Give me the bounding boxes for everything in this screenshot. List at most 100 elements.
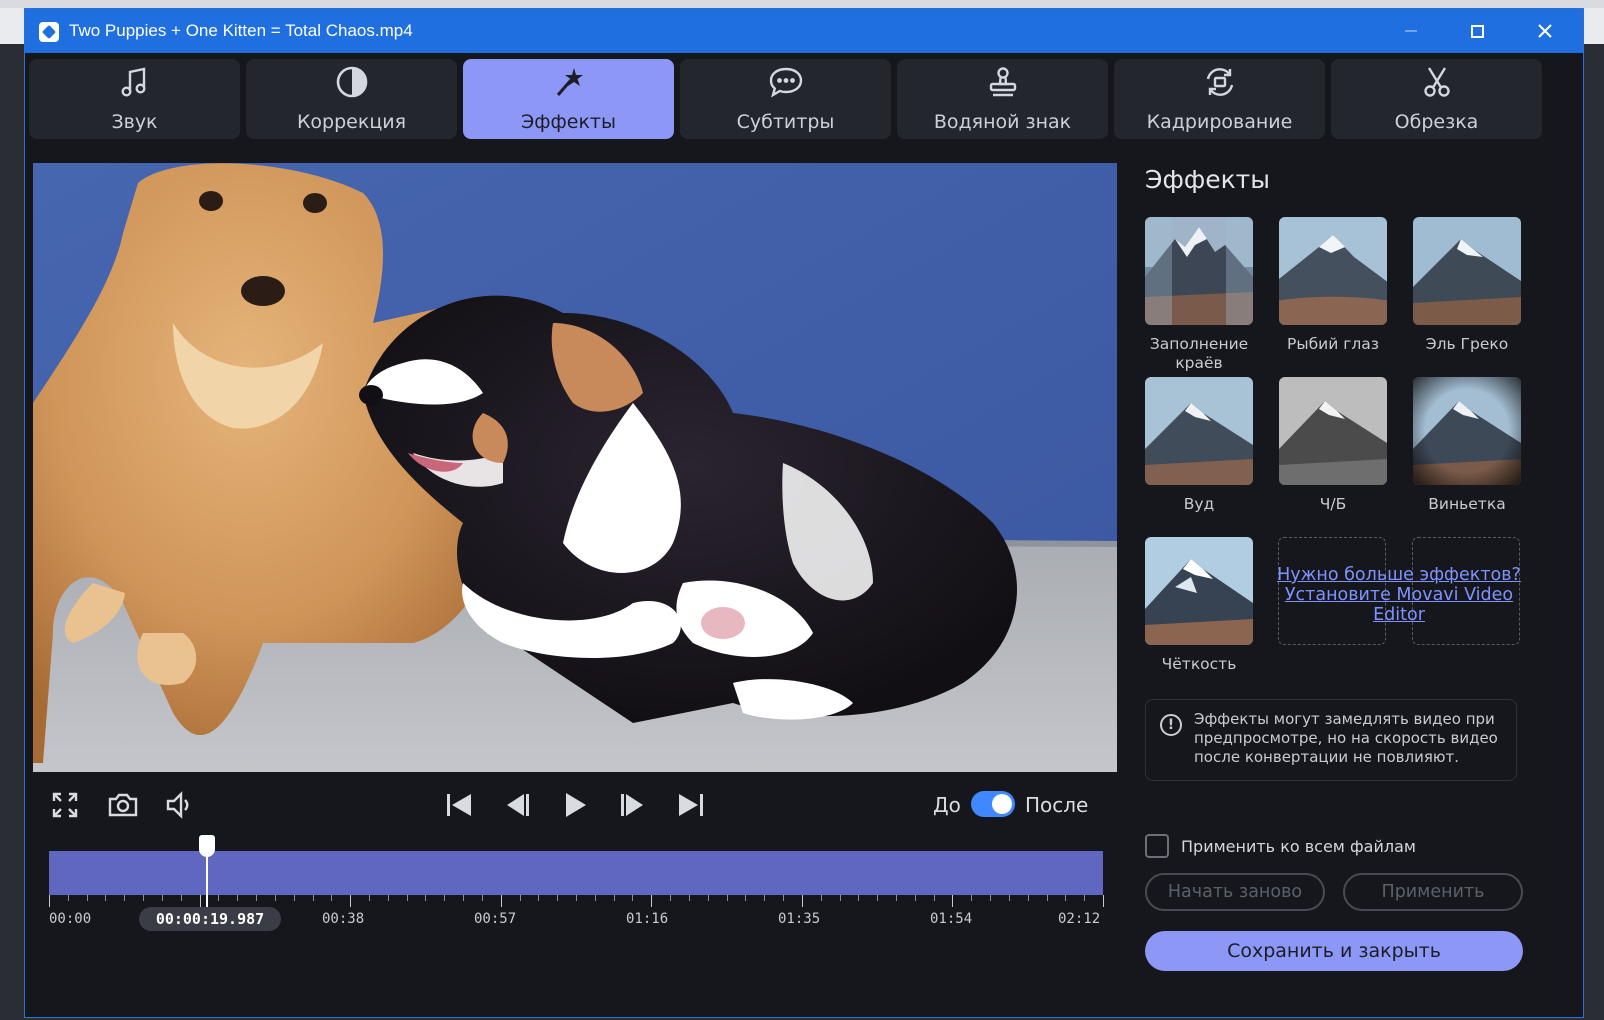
tab-label: Водяной знак xyxy=(933,111,1072,133)
timeline-label: 01:16 xyxy=(626,911,669,927)
snapshot-button[interactable] xyxy=(105,787,141,823)
app-icon xyxy=(39,22,59,42)
effect-thumbnail xyxy=(1279,217,1387,325)
timeline-label: 00:57 xyxy=(474,911,517,927)
fullscreen-button[interactable] xyxy=(47,787,83,823)
skip-to-start-button[interactable] xyxy=(441,787,477,823)
scissors-icon xyxy=(1423,67,1450,97)
skip-to-end-button[interactable] xyxy=(673,787,709,823)
ruler-tick xyxy=(200,895,201,907)
ruler-tick xyxy=(651,895,652,907)
ruler-tick xyxy=(858,895,859,901)
maximize-icon xyxy=(1470,24,1484,38)
ruler-tick xyxy=(802,895,803,907)
notice-text: Эффекты могут замедлять видео при предпр… xyxy=(1194,710,1498,766)
maximize-button[interactable] xyxy=(1445,9,1509,53)
effect-black-white[interactable]: Ч/Б xyxy=(1278,377,1388,514)
title-bar[interactable]: Two Puppies + One Kitten = Total Chaos.m… xyxy=(25,9,1583,53)
close-button[interactable] xyxy=(1513,9,1577,53)
ruler-tick xyxy=(1103,895,1104,907)
ruler-tick xyxy=(143,895,144,901)
ruler-tick xyxy=(162,895,163,901)
reset-button[interactable]: Начать заново xyxy=(1145,873,1325,911)
playhead[interactable] xyxy=(199,835,215,927)
tab-effects[interactable]: Эффекты xyxy=(463,59,674,139)
ruler-tick xyxy=(764,895,765,901)
effect-label: Эль Греко xyxy=(1425,335,1509,353)
tab-sound[interactable]: Звук xyxy=(29,59,240,139)
minimize-icon xyxy=(1405,30,1417,32)
tab-trim[interactable]: Обрезка xyxy=(1331,59,1542,139)
apply-button[interactable]: Применить xyxy=(1343,873,1523,911)
ruler-tick xyxy=(444,895,445,901)
ruler-tick xyxy=(783,895,784,901)
background-strip xyxy=(0,0,1604,8)
ruler-tick xyxy=(877,895,878,901)
tab-watermark[interactable]: Водяной знак xyxy=(897,59,1108,139)
ruler-tick xyxy=(407,895,408,901)
minimize-button[interactable] xyxy=(1379,9,1443,53)
save-and-close-button[interactable]: Сохранить и закрыть xyxy=(1145,931,1523,971)
ruler-tick xyxy=(670,895,671,901)
timeline-label: 02:12 xyxy=(1058,911,1101,927)
apply-all-checkbox[interactable] xyxy=(1145,834,1169,858)
ruler-tick xyxy=(49,895,50,907)
apply-all-label[interactable]: Применить ко всем файлам xyxy=(1181,837,1416,856)
ruler-tick xyxy=(538,895,539,901)
ruler-tick xyxy=(181,895,182,901)
timeline-label: 00:38 xyxy=(322,911,365,927)
ruler-tick xyxy=(576,895,577,901)
timeline-label: 01:35 xyxy=(778,911,821,927)
ruler-tick xyxy=(369,895,370,901)
effect-fisheye[interactable]: Рыбий глаз xyxy=(1278,217,1388,354)
ruler-tick xyxy=(237,895,238,901)
effect-thumbnail xyxy=(1279,377,1387,485)
ruler-tick xyxy=(595,895,596,901)
ruler-tick xyxy=(388,895,389,901)
tab-label: Кадрирование xyxy=(1146,111,1293,133)
after-label: После xyxy=(1025,793,1089,817)
current-time: 00:00:19.987 xyxy=(139,907,281,931)
effects-panel-title: Эффекты xyxy=(1145,165,1270,194)
ruler-tick xyxy=(745,895,746,901)
effect-wood[interactable]: Вуд xyxy=(1144,377,1254,514)
effect-edge-fill[interactable]: Заполнение краёв xyxy=(1144,217,1254,373)
ruler-tick xyxy=(934,895,935,901)
timeline-label: 01:54 xyxy=(930,911,973,927)
previous-frame-button[interactable] xyxy=(499,787,535,823)
playhead-handle[interactable] xyxy=(199,835,215,857)
get-video-editor-link[interactable]: Нужно больше эффектов? Установите Movavi… xyxy=(1277,565,1521,625)
before-after-toggle[interactable] xyxy=(971,791,1015,817)
ruler-tick xyxy=(1084,895,1085,901)
ruler-tick xyxy=(614,895,615,901)
close-icon xyxy=(1538,24,1552,38)
ruler-tick xyxy=(218,895,219,901)
ruler-tick xyxy=(1065,895,1066,901)
magic-wand-icon xyxy=(556,68,583,96)
tab-label: Звук xyxy=(111,111,158,133)
previous-frame-icon xyxy=(507,794,529,816)
tab-correction[interactable]: Коррекция xyxy=(246,59,457,139)
next-frame-button[interactable] xyxy=(615,787,651,823)
ruler-tick xyxy=(727,895,728,901)
ruler-tick xyxy=(915,895,916,901)
effect-thumbnail xyxy=(1145,377,1253,485)
volume-button[interactable] xyxy=(161,787,197,823)
video-preview[interactable] xyxy=(33,163,1117,772)
ruler-tick xyxy=(425,895,426,901)
tab-subtitles[interactable]: Субтитры xyxy=(680,59,891,139)
play-button[interactable] xyxy=(557,787,593,823)
ruler-tick xyxy=(557,895,558,901)
toggle-knob xyxy=(992,794,1012,814)
ruler-tick xyxy=(952,895,953,907)
effect-sharpness[interactable]: Чёткость xyxy=(1144,537,1254,674)
ruler-tick xyxy=(1028,895,1029,901)
info-icon: ! xyxy=(1160,714,1182,736)
ruler-tick xyxy=(840,895,841,901)
ruler-tick xyxy=(632,895,633,901)
before-label: До xyxy=(933,793,961,817)
effect-vignette[interactable]: Виньетка xyxy=(1412,377,1522,514)
tab-crop[interactable]: Кадрирование xyxy=(1114,59,1325,139)
effect-thumbnail xyxy=(1145,217,1253,325)
effect-el-greco[interactable]: Эль Греко xyxy=(1412,217,1522,354)
